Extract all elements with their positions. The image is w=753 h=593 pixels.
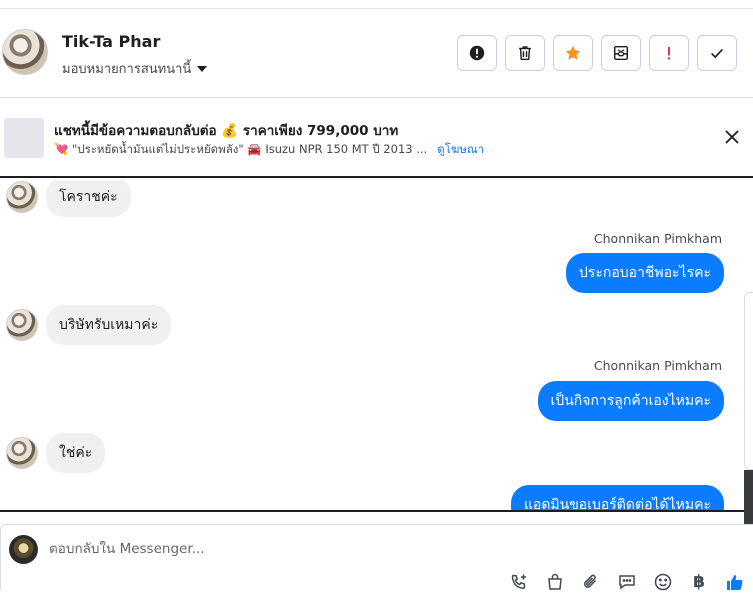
message-row: ใช่ค่ะ (6, 433, 106, 473)
ad-context-bar: แชทนี้มีข้อความตอบกลับต่อ 💰 ราคาเพียง 79… (0, 98, 753, 178)
exclamation-circle-icon (469, 45, 485, 61)
sender-name: Chonnikan Pimkham (593, 231, 722, 246)
incoming-message[interactable]: โคราชค่ะ (46, 180, 131, 217)
assign-conversation-dropdown[interactable]: มอบหมายการสนทนานี้ (62, 58, 208, 79)
delete-button[interactable] (505, 35, 545, 71)
caret-down-icon (197, 65, 208, 72)
contact-avatar[interactable] (2, 29, 48, 75)
spam-button[interactable] (649, 35, 689, 71)
exclamation-icon (667, 46, 671, 60)
outgoing-message[interactable]: แอดมินขอเบอร์ติดต่อได้ไหมคะ (510, 485, 724, 510)
page-avatar (9, 535, 38, 564)
action-toolbar (457, 35, 737, 71)
sender-name: Chonnikan Pimkham (593, 358, 722, 373)
message-thread[interactable]: โคราชค่ะ Chonnikan Pimkham ประกอบอาชีพอะ… (0, 180, 753, 510)
thread-divider (0, 510, 753, 512)
archive-icon (613, 45, 629, 61)
phone-plus-icon (511, 574, 526, 589)
contact-avatar-small (6, 309, 38, 341)
smiley-icon (654, 573, 672, 591)
star-button[interactable] (553, 35, 593, 71)
archive-button[interactable] (601, 35, 641, 71)
ad-subtitle-row: 💘 "ประหยัดน้ำมันแต่ไม่ประหยัดพลัง" 🚘 Isu… (54, 141, 484, 159)
outgoing-message[interactable]: ประกอบอาชีพอะไรคะ (565, 253, 724, 293)
contact-avatar-small (6, 437, 38, 469)
star-icon (565, 45, 581, 60)
ad-title: แชทนี้มีข้อความตอบกลับต่อ 💰 ราคาเพียง 79… (54, 123, 399, 139)
incoming-message[interactable]: ใช่ค่ะ (46, 433, 106, 473)
assign-label: มอบหมายการสนทนานี้ (62, 62, 192, 77)
view-ad-link[interactable]: ดูโฆษณา (437, 141, 484, 159)
outgoing-message[interactable]: เป็นกิจการลูกค้าเองไหมคะ (537, 381, 724, 421)
report-button[interactable] (457, 35, 497, 71)
trash-icon (519, 46, 531, 61)
mark-done-button[interactable] (697, 35, 737, 71)
incoming-message[interactable]: บริษัทรับเหมาค่ะ (46, 305, 172, 345)
chat-bubble-icon (619, 575, 635, 590)
message-row: โคราชค่ะ (6, 180, 131, 217)
close-icon[interactable] (723, 128, 741, 146)
ad-subtitle: 💘 "ประหยัดน้ำมันแต่ไม่ประหยัดพลัง" 🚘 Isu… (54, 142, 428, 156)
paperclip-icon (583, 574, 597, 588)
contact-avatar-small (6, 181, 38, 213)
contact-name[interactable]: Tik-Ta Phar (62, 32, 160, 51)
thumbs-up-icon (727, 575, 743, 590)
conversation-header: Tik-Ta Phar มอบหมายการสนทนานี้ (0, 9, 753, 98)
baht-icon: ฿ (693, 572, 705, 592)
check-icon (711, 48, 723, 59)
ad-thumbnail[interactable] (4, 118, 44, 158)
message-composer: ฿ (0, 524, 753, 592)
reply-input[interactable] (49, 539, 669, 559)
side-panel-edge (744, 292, 753, 470)
message-row: บริษัทรับเหมาค่ะ (6, 305, 172, 345)
shopping-bag-icon (548, 573, 562, 590)
